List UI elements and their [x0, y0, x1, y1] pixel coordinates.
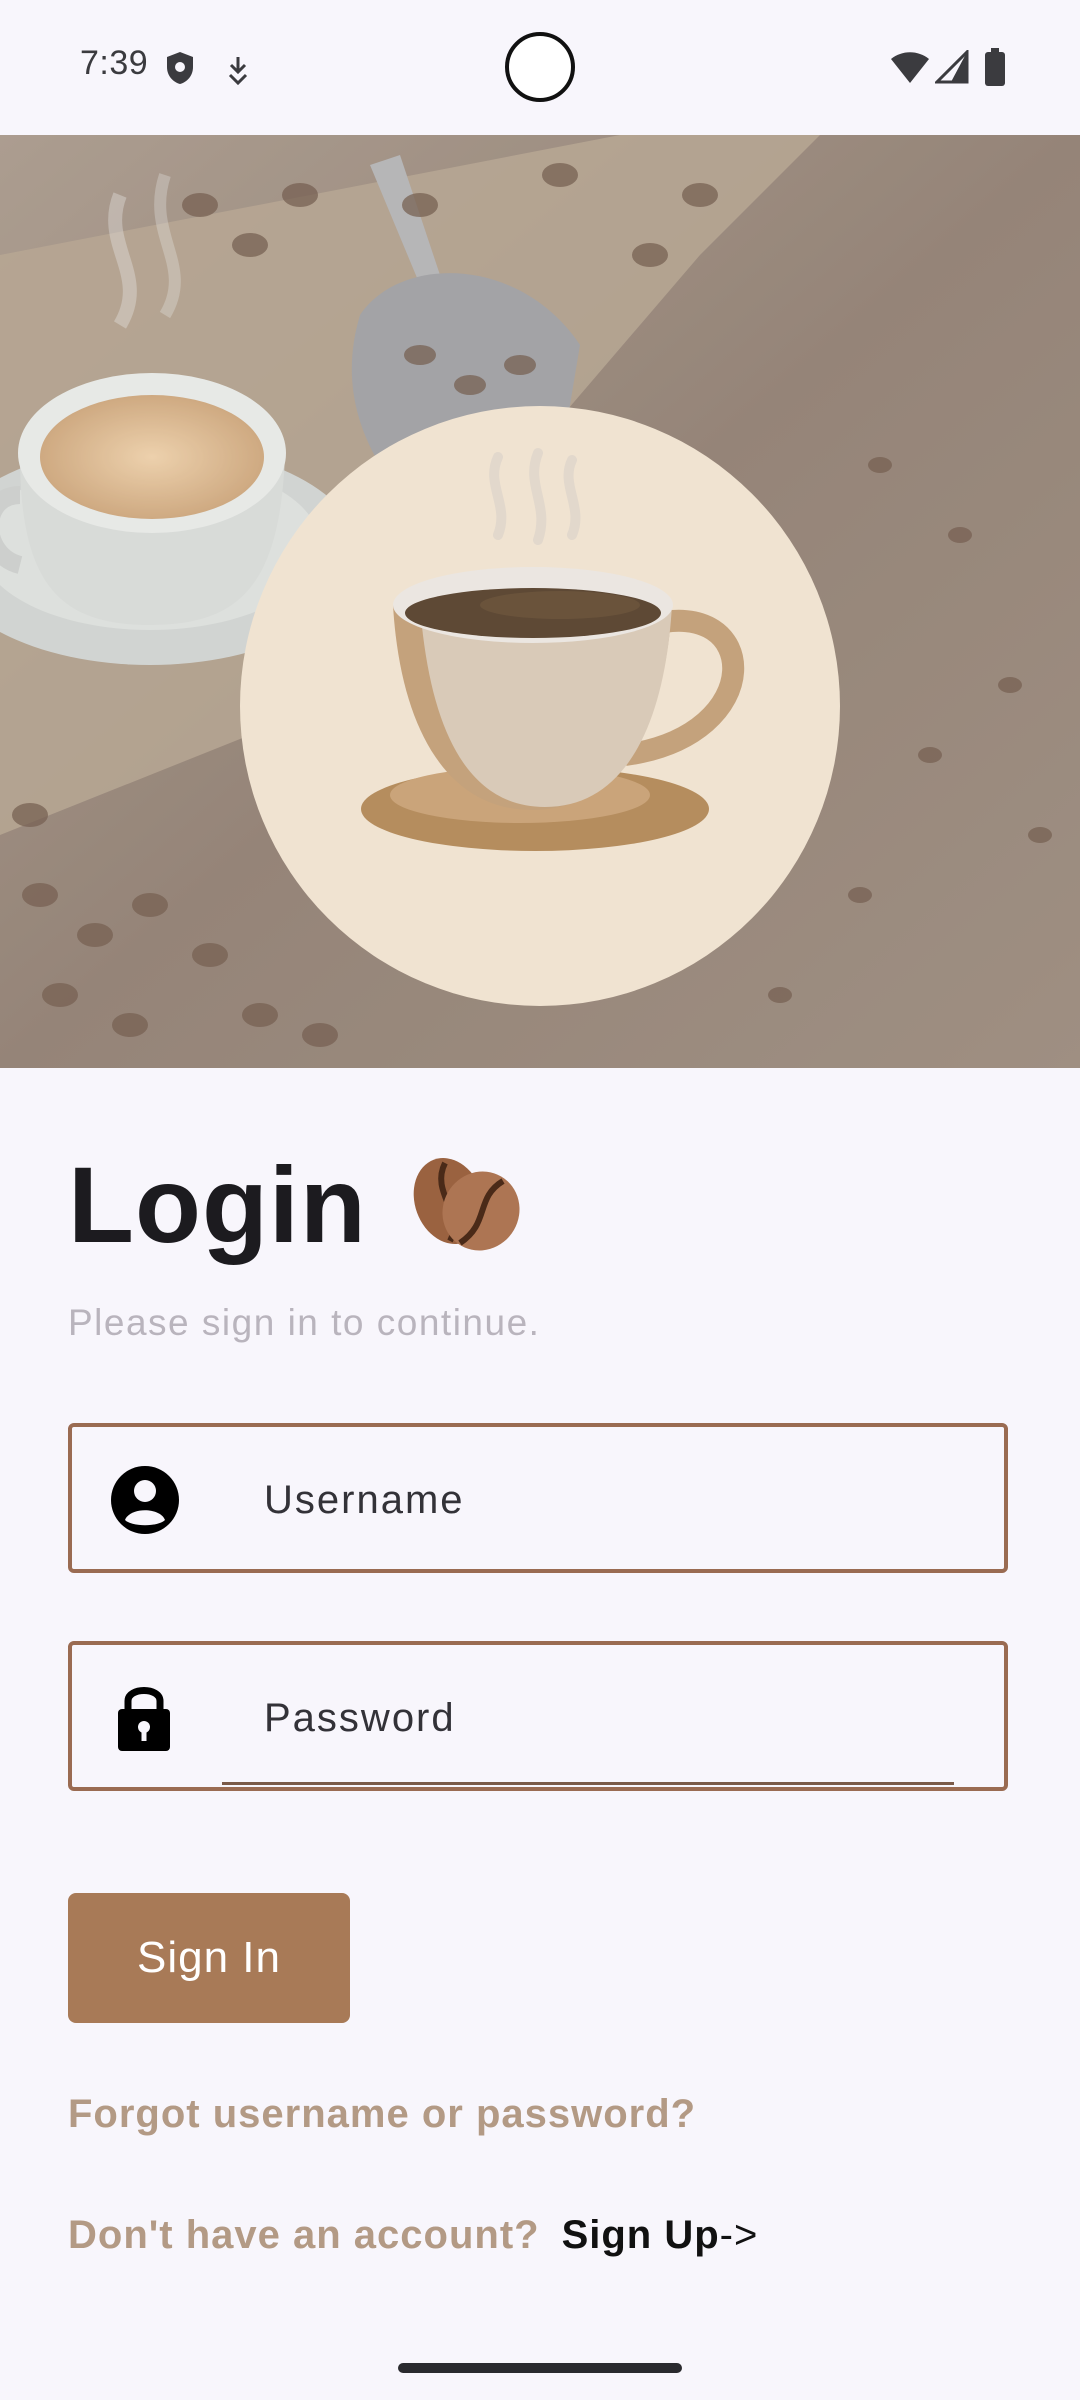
signal-icon — [933, 48, 969, 89]
coffee-beans-icon — [405, 1153, 525, 1258]
home-indicator[interactable] — [398, 2363, 682, 2373]
password-input[interactable] — [262, 1683, 952, 1753]
sign-in-button[interactable]: Sign In — [68, 1893, 350, 2023]
wifi-icon — [890, 50, 930, 89]
camera-cutout — [505, 32, 575, 102]
status-time: 7:39 — [80, 44, 149, 82]
sign-up-link[interactable]: Sign Up-> — [562, 2213, 759, 2258]
title-row: Login — [68, 1140, 525, 1270]
lock-icon — [116, 1681, 172, 1758]
coffee-beans-photo — [0, 135, 1080, 1068]
password-field[interactable] — [68, 1641, 1008, 1791]
forgot-credentials-link[interactable]: Forgot username or password? — [68, 2092, 696, 2137]
download-icon — [225, 55, 251, 90]
subtitle: Please sign in to continue. — [68, 1302, 541, 1343]
no-account-text: Don't have an account? — [68, 2213, 540, 2257]
battery-icon — [985, 48, 1005, 91]
username-input[interactable] — [262, 1465, 952, 1535]
person-icon — [110, 1465, 180, 1540]
username-field[interactable] — [68, 1423, 1008, 1573]
hero-banner — [0, 135, 1080, 1068]
password-underline — [222, 1782, 954, 1785]
signup-row: Don't have an account? Sign Up-> — [68, 2213, 758, 2258]
arrow-icon: -> — [719, 2213, 759, 2257]
sign-up-label: Sign Up — [561, 2213, 720, 2257]
status-bar: 7:39 — [0, 0, 1080, 135]
page-title: Login — [68, 1144, 367, 1265]
coffee-cup-icon — [240, 406, 840, 1006]
shield-icon — [165, 50, 195, 91]
